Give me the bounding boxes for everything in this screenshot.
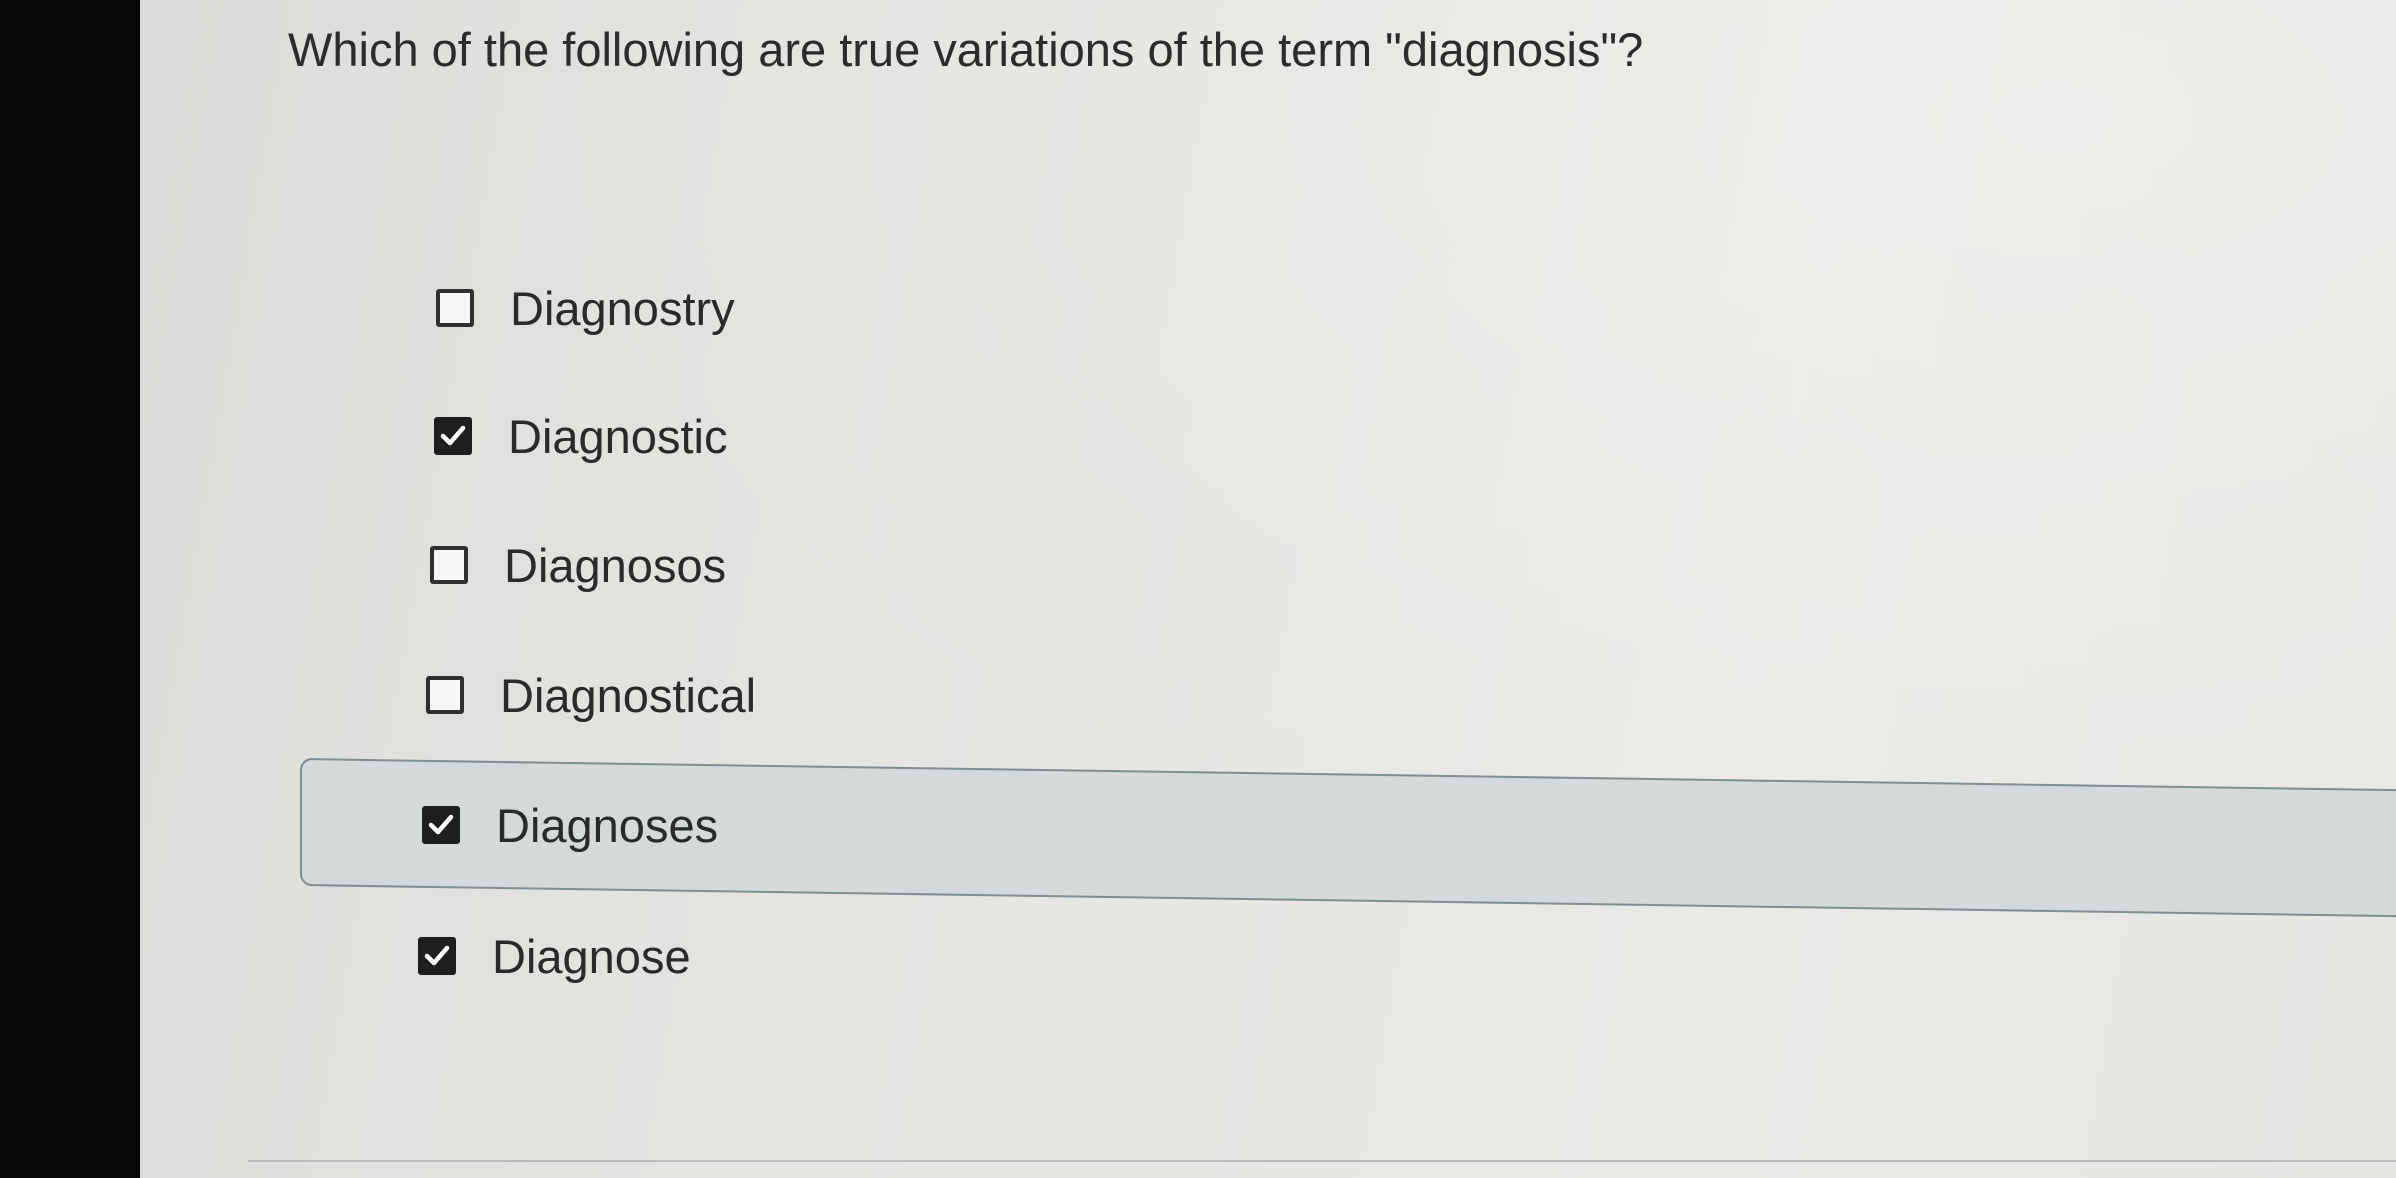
option-diagnosos[interactable]: Diagnosos xyxy=(430,535,726,595)
checkbox-unchecked[interactable] xyxy=(426,676,464,714)
checkmark-icon xyxy=(424,945,450,966)
option-diagnoses[interactable]: Diagnoses xyxy=(422,795,718,855)
option-label: Diagnostic xyxy=(508,409,728,463)
option-diagnostical[interactable]: Diagnostical xyxy=(426,665,756,725)
option-label: Diagnosos xyxy=(504,538,727,592)
question-text: Which of the following are true variatio… xyxy=(288,23,1644,76)
quiz-screen: Which of the following are true variatio… xyxy=(140,0,2396,1178)
option-diagnose[interactable]: Diagnose xyxy=(418,926,691,986)
option-diagnostic[interactable]: Diagnostic xyxy=(434,406,727,466)
option-label: Diagnoses xyxy=(496,798,719,852)
divider xyxy=(248,1160,2396,1162)
option-label: Diagnose xyxy=(492,929,691,983)
option-diagnostry[interactable]: Diagnostry xyxy=(436,278,735,338)
checkbox-checked[interactable] xyxy=(422,806,460,844)
option-label: Diagnostry xyxy=(510,281,735,335)
checkbox-checked[interactable] xyxy=(434,417,472,455)
checkmark-icon xyxy=(440,425,466,446)
checkbox-unchecked[interactable] xyxy=(430,546,468,584)
option-label: Diagnostical xyxy=(500,668,757,722)
checkbox-checked[interactable] xyxy=(418,937,456,975)
checkbox-unchecked[interactable] xyxy=(436,289,474,327)
checkmark-icon xyxy=(428,814,454,835)
